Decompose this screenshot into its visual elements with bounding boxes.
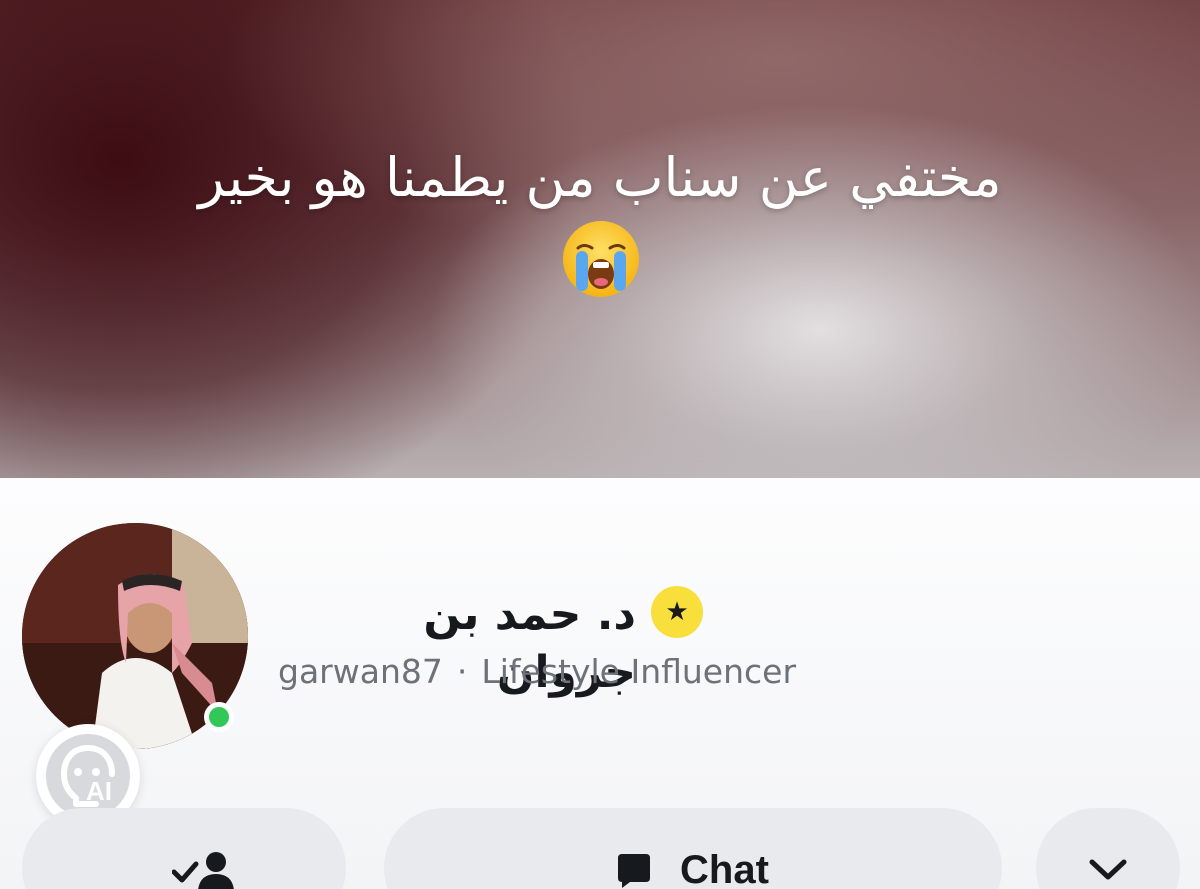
added-friend-button[interactable] bbox=[22, 808, 346, 889]
story-caption: مختفي عن سناب من يطمنا هو بخير bbox=[198, 146, 1002, 209]
loudly-crying-face-icon bbox=[563, 221, 639, 297]
chat-bubble-icon bbox=[618, 854, 650, 888]
online-status-indicator bbox=[204, 702, 234, 732]
chat-button[interactable]: Chat bbox=[384, 808, 1002, 889]
star-icon: ★ bbox=[665, 597, 689, 627]
story-preview[interactable]: مختفي عن سناب من يطمنا هو بخير bbox=[0, 0, 1200, 478]
profile-subtitle: garwan87 · Lifestyle Influencer bbox=[278, 648, 796, 696]
star-badge[interactable]: ★ bbox=[651, 586, 703, 638]
ai-badge-inner: AI bbox=[46, 734, 130, 818]
chat-button-label: Chat bbox=[680, 848, 769, 889]
added-friend-icon bbox=[172, 852, 234, 889]
profile-category: Lifestyle Influencer bbox=[481, 652, 797, 691]
username[interactable]: garwan87 bbox=[278, 652, 443, 691]
snapchat-profile-screen: مختفي عن سناب من يطمنا هو بخير AI د. حمد… bbox=[0, 0, 1200, 889]
subtitle-separator: · bbox=[456, 652, 468, 691]
chevron-down-icon bbox=[1089, 859, 1127, 880]
ai-badge-label: AI bbox=[86, 776, 112, 806]
